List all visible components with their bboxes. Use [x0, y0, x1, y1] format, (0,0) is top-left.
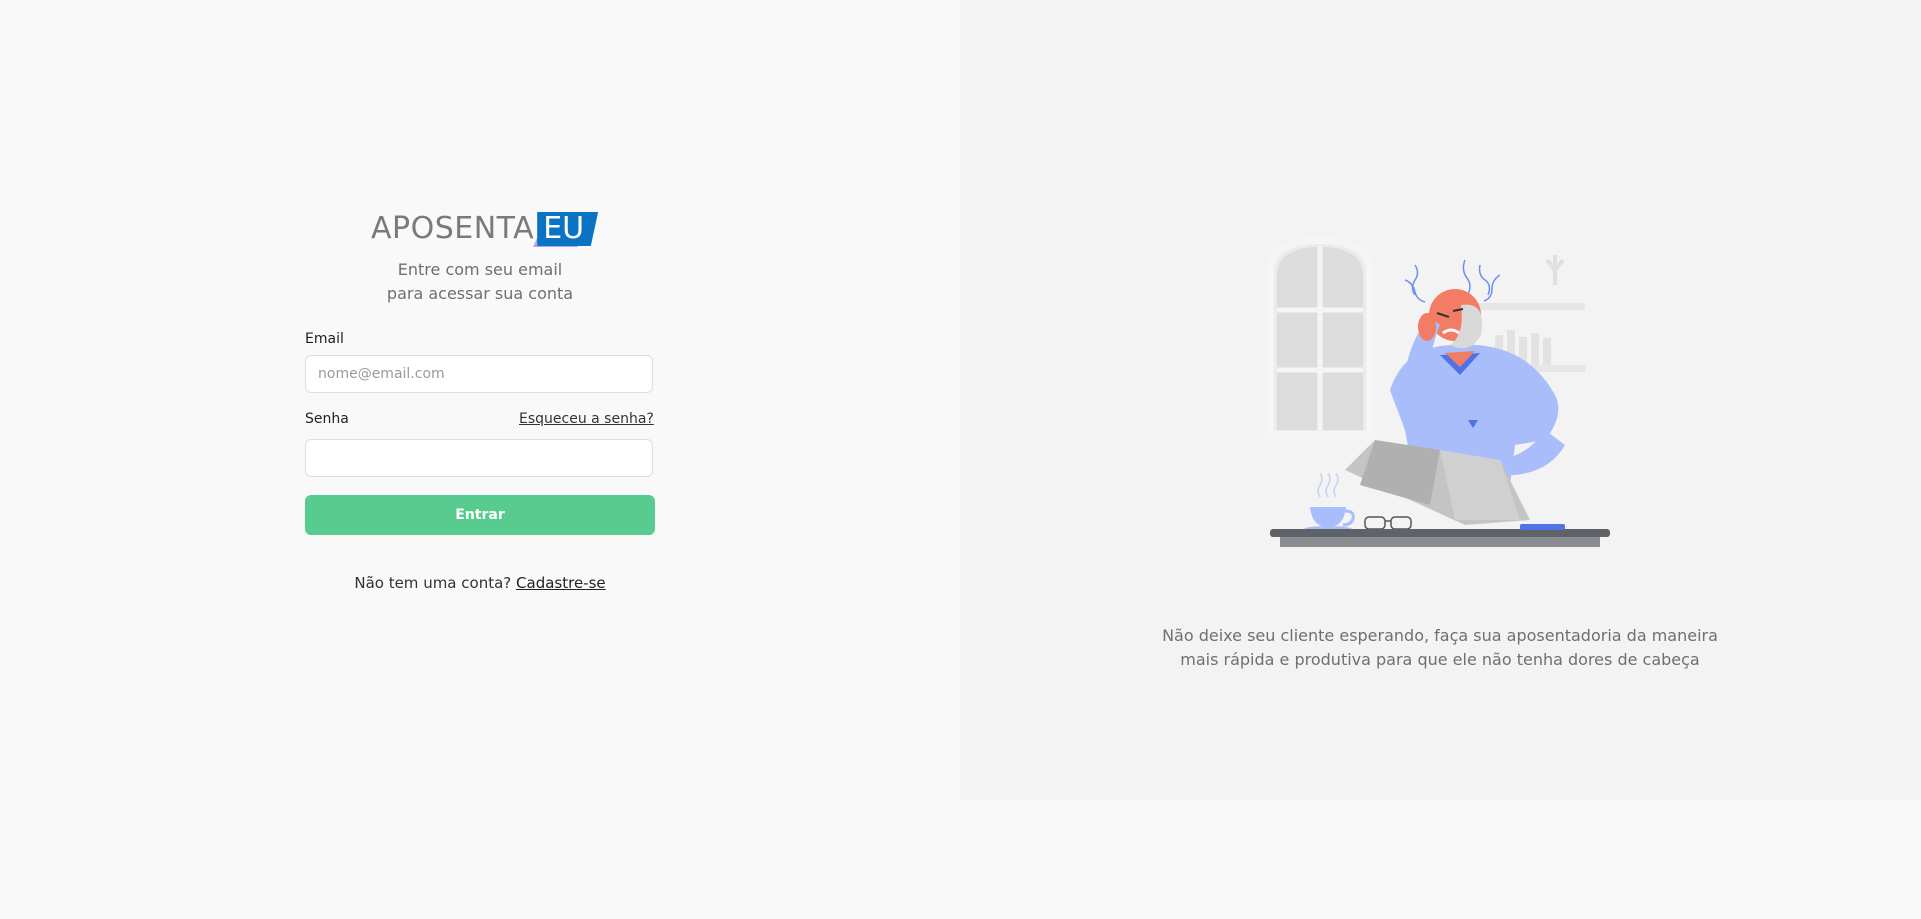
tagline-line-1: Não deixe seu cliente esperando, faça su… — [1162, 626, 1718, 645]
coffee-cup-icon — [1304, 472, 1355, 532]
subtitle-line-1: Entre com seu email — [397, 260, 563, 279]
password-label: Senha — [305, 411, 349, 427]
subtitle-line-2: para acessar sua conta — [386, 284, 574, 303]
login-subtitle: Entre com seu email para acessar sua con… — [305, 258, 655, 306]
signup-link[interactable]: Cadastre-se — [516, 574, 606, 592]
email-field[interactable] — [305, 355, 653, 393]
email-label: Email — [305, 331, 344, 347]
tagline-line-2: mais rápida e produtiva para que ele não… — [1180, 650, 1700, 669]
logo-accent: EU — [537, 212, 599, 246]
forgot-password-link[interactable]: Esqueceu a senha? — [519, 411, 654, 427]
brand-logo: APOSENTA EU — [371, 211, 599, 247]
glasses-icon — [1364, 516, 1412, 530]
logo-text: APOSENTA — [371, 211, 535, 246]
login-button[interactable]: Entrar — [305, 495, 655, 535]
stressed-man-illustration — [1266, 235, 1610, 547]
hero-tagline: Não deixe seu cliente esperando, faça su… — [1120, 624, 1760, 672]
password-field[interactable] — [305, 439, 653, 477]
signup-prompt-text: Não tem uma conta? — [354, 574, 512, 592]
login-panel: APOSENTA EU Entre com seu email para ace… — [0, 0, 960, 919]
window-icon — [1266, 235, 1374, 439]
login-page: APOSENTA EU Entre com seu email para ace… — [0, 0, 1921, 919]
signup-prompt: Não tem uma conta? Cadastre-se — [305, 574, 655, 592]
